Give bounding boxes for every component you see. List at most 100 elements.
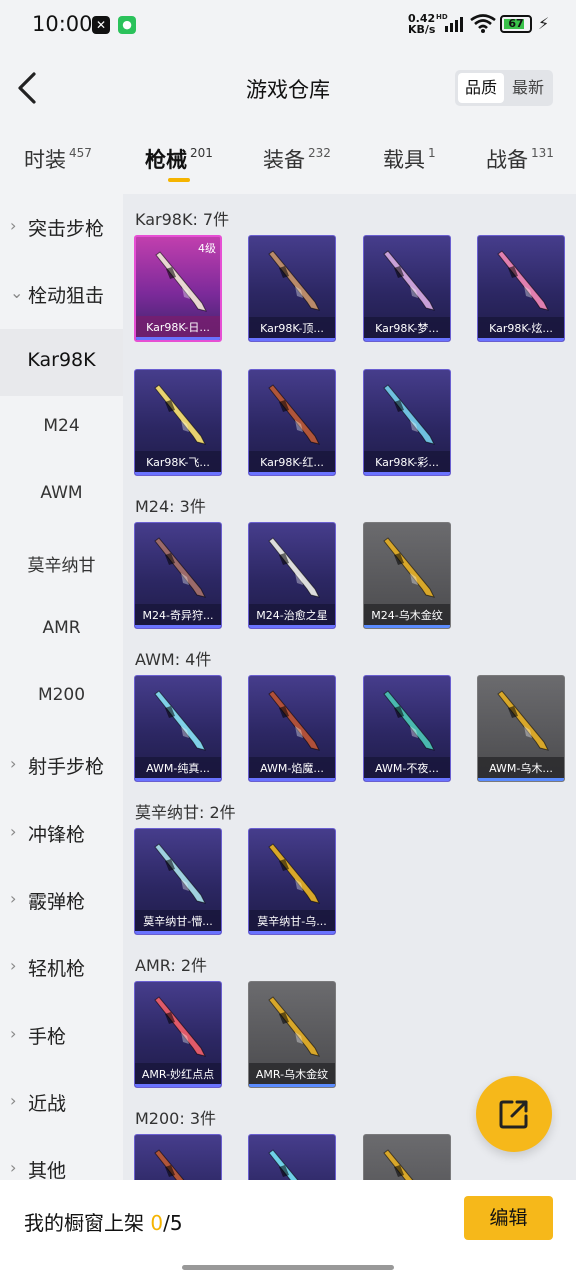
weapon-card[interactable]: 莫辛纳甘-乌...	[248, 828, 336, 935]
sidebar-item[interactable]: › 冲锋枪	[0, 800, 123, 867]
rifle-icon	[154, 996, 206, 1057]
chevron-right-icon: ›	[10, 1158, 17, 1178]
sidebar-item[interactable]: › 其他	[0, 1136, 123, 1180]
rarity-bar	[249, 625, 335, 628]
rarity-bar	[364, 625, 450, 628]
weapon-card[interactable]: M24-乌木金纹	[363, 522, 451, 629]
chevron-right-icon: ›	[10, 1090, 17, 1110]
sidebar-item-label: 轻机枪	[28, 958, 86, 981]
sidebar-item[interactable]: › 轻机枪	[0, 934, 123, 1001]
edit-button[interactable]: 编辑	[464, 1196, 553, 1240]
share-button[interactable]	[476, 1076, 552, 1152]
inventory-grid: Kar98K: 7件 4级 Kar98K-日... Kar98K-顶... Kar98K…	[123, 194, 576, 1180]
sidebar-item[interactable]: › 霰弹枪	[0, 867, 123, 934]
rifle-icon	[154, 384, 206, 445]
sidebar-item[interactable]: AWM	[0, 463, 123, 530]
showcase-total: /5	[163, 1211, 183, 1235]
weapon-card[interactable]: 4级 Kar98K-日...	[134, 235, 222, 342]
sidebar-item-label: 霰弹枪	[28, 891, 86, 913]
sidebar-item[interactable]: Kar98K	[0, 328, 123, 396]
level-badge: 4级	[198, 242, 216, 255]
tab-label: 时装	[24, 148, 66, 172]
net-speed-unit: KB/s	[408, 23, 436, 36]
weapon-card[interactable]: AMR-妙红点点	[134, 981, 222, 1088]
rarity-bar	[249, 1084, 335, 1087]
chevron-right-icon: ›	[10, 1023, 17, 1043]
tab-count: 1	[428, 146, 436, 160]
sidebar-item-label: M24	[43, 415, 80, 436]
tab-firearms[interactable]: 枪械 201	[145, 144, 213, 174]
weapon-card[interactable]: AWM-焰魔...	[248, 675, 336, 782]
battery-level: 67	[508, 17, 524, 30]
rarity-bar	[135, 1084, 221, 1087]
rifle-icon	[154, 843, 206, 904]
group-title: M24: 3件	[135, 497, 206, 516]
category-tabs: 时装 457 枪械 201 装备 232 载具 1 战备 131	[0, 130, 576, 194]
rifle-icon	[497, 690, 549, 751]
tab-count: 457	[69, 146, 92, 160]
rifle-icon	[383, 384, 435, 445]
weapon-card[interactable]	[248, 1134, 336, 1180]
chevron-right-icon: ›	[10, 754, 17, 774]
weapon-card[interactable]: Kar98K-红...	[248, 369, 336, 476]
weapon-card[interactable]: AWM-不夜...	[363, 675, 451, 782]
sidebar-item-label: Kar98K	[27, 348, 96, 371]
tab-label: 枪械	[145, 148, 187, 172]
sidebar-item-label: 其他	[28, 1160, 67, 1180]
group-title: M200: 3件	[135, 1109, 217, 1128]
tab-label: 战备	[486, 148, 528, 172]
tab-equipment[interactable]: 装备 232	[263, 144, 331, 174]
charging-icon: ⚡	[538, 14, 550, 33]
sidebar-item[interactable]: ⌄ 栓动狙击	[0, 261, 123, 328]
rifle-icon	[383, 250, 435, 311]
rifle-icon	[383, 1149, 414, 1180]
sidebar-item-label: AMR	[42, 617, 81, 638]
rarity-bar	[364, 472, 450, 475]
weapon-card[interactable]: M24-治愈之星	[248, 522, 336, 629]
showcase-count: 0	[150, 1211, 164, 1235]
weapon-card[interactable]: Kar98K-彩...	[363, 369, 451, 476]
status-time: 10:00	[32, 12, 93, 36]
sidebar-item-label: 栓动狙击	[28, 285, 105, 308]
weapon-card[interactable]	[134, 1134, 222, 1180]
chevron-right-icon: ›	[10, 889, 17, 908]
signal-icon	[445, 17, 463, 32]
tab-count: 232	[308, 146, 331, 160]
sidebar-item[interactable]: M200	[0, 665, 123, 732]
weapon-card[interactable]: AWM-纯真...	[134, 675, 222, 782]
weapon-card[interactable]: AMR-乌木金纹	[248, 981, 336, 1088]
sidebar-item[interactable]: M24	[0, 396, 123, 463]
weapon-card[interactable]: AWM-乌木...	[477, 675, 565, 782]
sidebar-item[interactable]: › 突击步枪	[0, 194, 123, 261]
sort-newest-option[interactable]: 最新	[505, 73, 551, 103]
sidebar-item[interactable]: › 手枪	[0, 1002, 123, 1069]
tab-battle-gear[interactable]: 战备 131	[486, 144, 554, 174]
tab-vehicles[interactable]: 载具 1	[383, 144, 436, 174]
rarity-bar	[478, 338, 564, 341]
home-indicator[interactable]	[182, 1265, 394, 1270]
group-title: AWM: 4件	[135, 650, 212, 669]
tab-fashion[interactable]: 时装 457	[24, 144, 92, 174]
sidebar-item[interactable]: › 射手步枪	[0, 732, 123, 799]
sidebar-item[interactable]: 莫辛纳甘	[0, 531, 123, 598]
weapon-card[interactable]: Kar98K-梦...	[363, 235, 451, 342]
sort-quality-option[interactable]: 品质	[458, 73, 504, 103]
battery-icon: 67	[500, 15, 532, 33]
page-header: 游戏仓库 品质 最新	[0, 56, 576, 122]
weapon-card[interactable]: Kar98K-顶...	[248, 235, 336, 342]
weapon-card[interactable]: Kar98K-飞...	[134, 369, 222, 476]
wechat-icon: ●	[118, 16, 136, 34]
weapon-card[interactable]: M24-奇异狩...	[134, 522, 222, 629]
weapon-card[interactable]	[363, 1134, 451, 1180]
group-title: 莫辛纳甘: 2件	[135, 803, 236, 822]
sidebar-item[interactable]: AMR	[0, 598, 123, 665]
sidebar-item[interactable]: › 近战	[0, 1069, 123, 1136]
rarity-bar	[135, 625, 221, 628]
weapon-card[interactable]: Kar98K-炫...	[477, 235, 565, 342]
sidebar-item-label: 冲锋枪	[28, 823, 86, 846]
chevron-right-icon: ›	[10, 956, 17, 976]
group-title: Kar98K: 7件	[135, 210, 230, 229]
weapon-type-sidebar: › 突击步枪 ⌄ 栓动狙击 Kar98K M24 AWM 莫辛纳甘 AMR M200 › 射手步枪 › 冲…	[0, 194, 123, 1180]
weapon-card[interactable]: 莫辛纳甘-懵...	[134, 828, 222, 935]
chevron-right-icon: ›	[10, 821, 17, 841]
